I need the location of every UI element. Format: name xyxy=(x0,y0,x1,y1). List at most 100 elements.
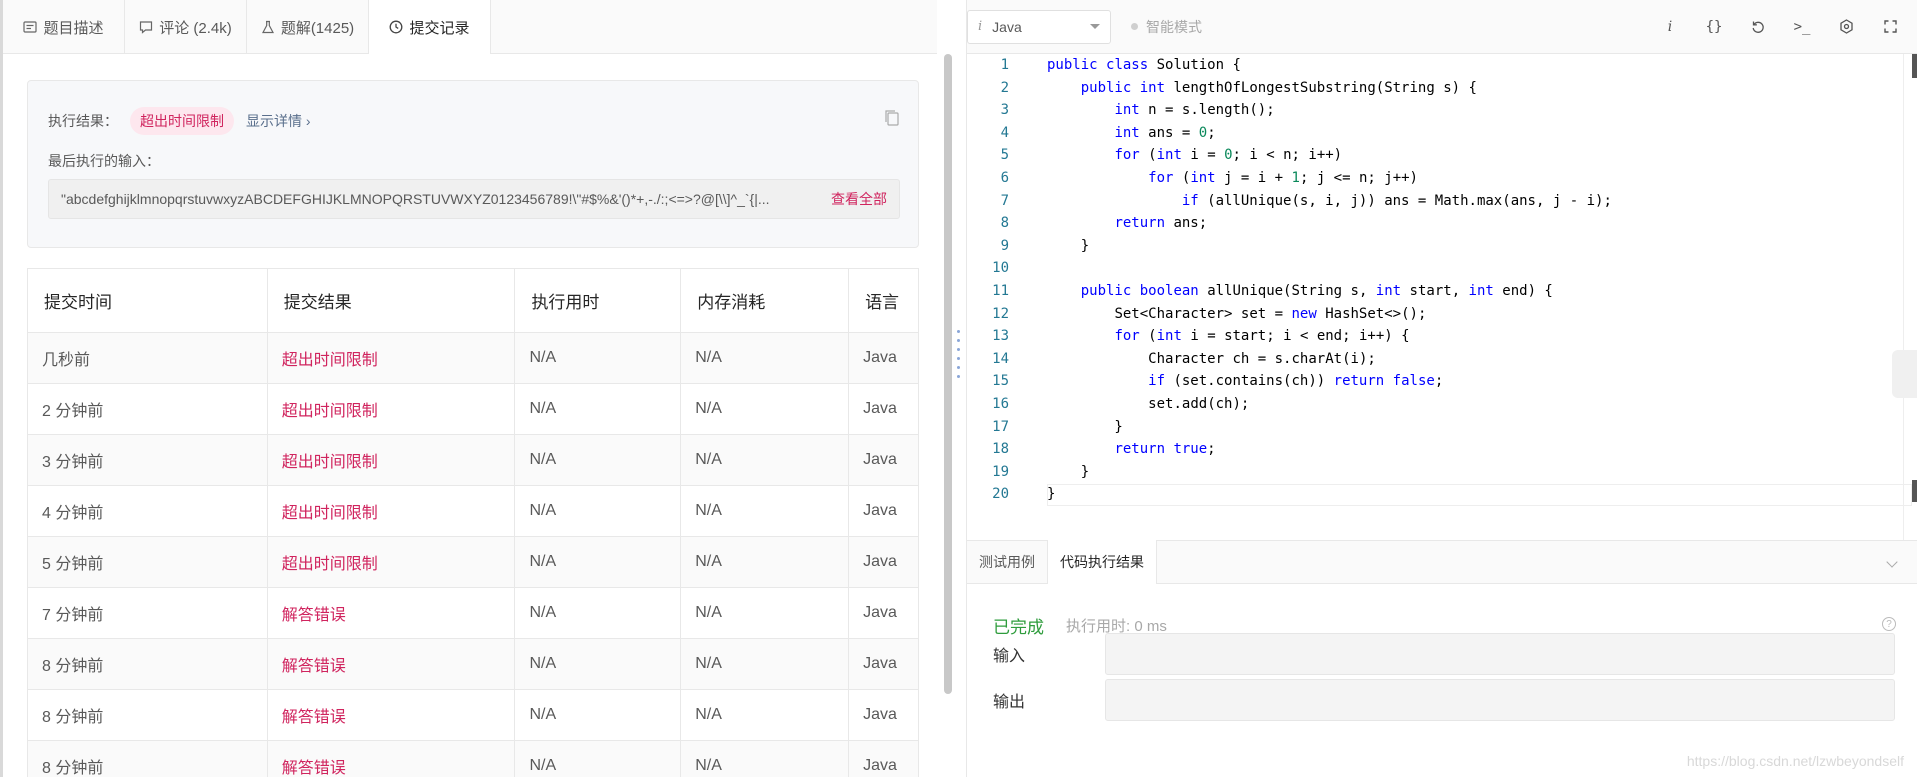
tab-comments[interactable]: 评论 (2.4k) xyxy=(125,0,247,54)
code-line[interactable] xyxy=(1047,257,1877,280)
language-cell-wrapper: Java xyxy=(849,333,919,383)
line-number: 14 xyxy=(992,350,1009,367)
code-line[interactable]: } xyxy=(1047,461,1877,484)
line-number: 18 xyxy=(992,441,1009,458)
table-row: 8 分钟前 解答错误 N/A N/A Java xyxy=(28,690,919,741)
code-line[interactable]: public class Solution { xyxy=(1047,54,1877,77)
submissions-table: 提交时间 提交结果 执行用时 内存消耗 语言 几秒前 超出时间限制 N/A N/A Ja… xyxy=(27,268,919,777)
format-braces-icon[interactable]: {} xyxy=(1692,0,1736,54)
runtime-cell: N/A xyxy=(529,400,557,417)
submit-result-link[interactable]: 超出时间限制 xyxy=(282,499,378,523)
code-area[interactable]: public class Solution { public int lengt… xyxy=(1047,54,1877,506)
submit-time-cell-wrapper: 7 分钟前 xyxy=(28,588,268,638)
code-line[interactable]: public boolean allUnique(String s, int s… xyxy=(1047,280,1877,303)
tab-submissions[interactable]: 提交记录 xyxy=(369,0,491,55)
console-icon[interactable]: >_ xyxy=(1780,0,1824,54)
language-cell: Java xyxy=(863,502,897,519)
language-cell-wrapper: Java xyxy=(849,537,919,587)
submit-result-link-wrapper: 解答错误 xyxy=(268,639,516,689)
line-number: 20 xyxy=(992,486,1009,503)
header-language: 语言 xyxy=(849,269,919,332)
tab-testcases[interactable]: 测试用例 xyxy=(967,541,1047,584)
submit-result-link-wrapper: 超出时间限制 xyxy=(268,384,516,434)
line-number: 13 xyxy=(992,328,1009,345)
memory-cell: N/A xyxy=(695,553,722,570)
copy-icon[interactable] xyxy=(884,109,900,127)
table-row: 8 分钟前 解答错误 N/A N/A Java xyxy=(28,741,919,777)
view-all-link[interactable]: 查看全部 xyxy=(831,189,887,209)
code-line[interactable]: } xyxy=(1047,235,1877,258)
submissions-panel: 执行结果： 超出时间限制 显示详情 › 最后执行的输入： "abcdefghij… xyxy=(3,54,937,777)
memory-cell-wrapper: N/A xyxy=(681,690,850,740)
comment-icon xyxy=(140,21,153,34)
language-cell: Java xyxy=(863,604,897,621)
language-cell: Java xyxy=(863,400,897,417)
input-box xyxy=(1105,633,1895,675)
fullscreen-icon[interactable] xyxy=(1868,0,1912,54)
result-card: 执行结果： 超出时间限制 显示详情 › 最后执行的输入： "abcdefghij… xyxy=(27,80,919,248)
reset-icon[interactable] xyxy=(1736,0,1780,54)
submit-result-link[interactable]: 超出时间限制 xyxy=(282,346,378,370)
language-select[interactable]: i Java xyxy=(967,9,1111,44)
tab-description[interactable]: 题目描述 xyxy=(3,0,125,54)
language-value: Java xyxy=(992,18,1022,35)
code-line[interactable]: int ans = 0; xyxy=(1047,122,1877,145)
submit-result-link-wrapper: 超出时间限制 xyxy=(268,333,516,383)
memory-cell: N/A xyxy=(695,502,722,519)
language-cell: Java xyxy=(863,757,897,774)
line-number: 4 xyxy=(1000,124,1009,141)
submit-result-link[interactable]: 超出时间限制 xyxy=(282,448,378,472)
submit-result-link[interactable]: 超出时间限制 xyxy=(282,397,378,421)
code-line[interactable]: return ans; xyxy=(1047,212,1877,235)
submit-result-link-wrapper: 解答错误 xyxy=(268,741,516,777)
editor-scrollbar-thumb[interactable] xyxy=(1912,54,1917,78)
tab-solutions[interactable]: 题解(1425) xyxy=(247,0,369,54)
tab-run-result[interactable]: 代码执行结果 xyxy=(1047,540,1157,584)
memory-cell: N/A xyxy=(695,604,722,621)
submit-result-link[interactable]: 解答错误 xyxy=(282,601,346,625)
smart-mode-toggle[interactable]: 智能模式 xyxy=(1131,17,1202,37)
right-panel: i Java 智能模式 i {} >_ 1 2 3 4 5 6 7 8 9 10 11 12 13 14 1… xyxy=(966,0,1917,777)
code-line[interactable]: if (allUnique(s, i, j)) ans = Math.max(a… xyxy=(1047,190,1877,213)
left-panel: 题目描述 评论 (2.4k) 题解(1425) 提交记录 执行结果： 超出时间限… xyxy=(0,0,937,777)
memory-cell: N/A xyxy=(695,655,722,672)
runtime-cell-wrapper: N/A xyxy=(515,741,682,777)
code-line[interactable]: for (int i = 0; i < n; i++) xyxy=(1047,144,1877,167)
submit-time-cell-wrapper: 8 分钟前 xyxy=(28,690,268,740)
code-line[interactable]: int n = s.length(); xyxy=(1047,99,1877,122)
chevron-down-icon[interactable] xyxy=(1886,556,1898,568)
submit-result-link[interactable]: 超出时间限制 xyxy=(282,550,378,574)
submit-result-link[interactable]: 解答错误 xyxy=(282,703,346,727)
language-cell-wrapper: Java xyxy=(849,588,919,638)
code-line[interactable]: for (int j = i + 1; j <= n; j++) xyxy=(1047,167,1877,190)
code-line[interactable]: return true; xyxy=(1047,438,1877,461)
smart-mode-label: 智能模式 xyxy=(1146,18,1202,35)
runtime-cell: N/A xyxy=(529,451,557,468)
code-editor[interactable]: 1 2 3 4 5 6 7 8 9 10 11 12 13 14 15 16 17 18 19 20 public c… xyxy=(967,54,1917,540)
code-line[interactable]: } xyxy=(1047,483,1877,506)
output-box xyxy=(1105,679,1895,721)
runtime-cell: N/A xyxy=(529,655,557,672)
submit-result-link[interactable]: 解答错误 xyxy=(282,652,346,676)
code-line[interactable]: Set<Character> set = new HashSet<>(); xyxy=(1047,303,1877,326)
last-input-value: "abcdefghijklmnopqrstuvwxyzABCDEFGHIJKLM… xyxy=(61,191,770,207)
help-icon[interactable]: ? xyxy=(1882,617,1896,631)
submit-time-cell: 8 分钟前 xyxy=(42,658,104,675)
code-line[interactable]: Character ch = s.charAt(i); xyxy=(1047,348,1877,371)
console-tabs: 测试用例 代码执行结果 xyxy=(967,540,1917,584)
code-line[interactable]: public int lengthOfLongestSubstring(Stri… xyxy=(1047,77,1877,100)
info-icon[interactable]: i xyxy=(1648,0,1692,54)
panel-splitter[interactable] xyxy=(955,330,961,390)
code-line[interactable]: for (int i = start; i < end; i++) { xyxy=(1047,325,1877,348)
code-line[interactable]: } xyxy=(1047,416,1877,439)
submit-result-link[interactable]: 解答错误 xyxy=(282,754,346,777)
table-row: 7 分钟前 解答错误 N/A N/A Java xyxy=(28,588,919,639)
side-float-button[interactable] xyxy=(1892,350,1917,398)
show-details-link[interactable]: 显示详情 › xyxy=(246,111,311,131)
toolbar-icons: i {} >_ xyxy=(1648,0,1912,54)
code-line[interactable]: set.add(ch); xyxy=(1047,393,1877,416)
memory-cell-wrapper: N/A xyxy=(681,333,850,383)
left-scrollbar[interactable] xyxy=(944,54,952,694)
code-line[interactable]: if (set.contains(ch)) return false; xyxy=(1047,370,1877,393)
settings-icon[interactable] xyxy=(1824,0,1868,54)
